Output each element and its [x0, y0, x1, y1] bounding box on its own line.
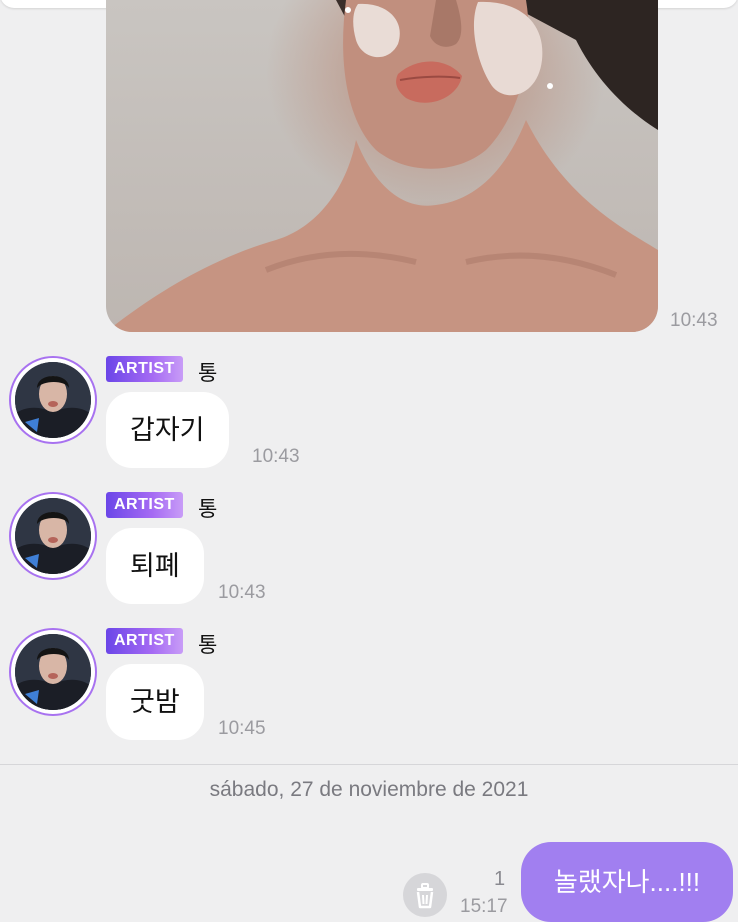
artist-badge: ARTIST — [106, 492, 183, 518]
unread-count: 1 — [494, 868, 506, 890]
artist-avatar[interactable] — [9, 628, 97, 716]
sender-name: 통 — [198, 634, 218, 657]
my-message-bubble[interactable]: 놀랬자나....!!! — [521, 842, 733, 922]
my-message-time: 15:17 — [460, 896, 508, 917]
sender-name: 통 — [198, 362, 218, 385]
sender-name: 통 — [198, 498, 218, 521]
avatar-image — [15, 498, 91, 574]
photo-message[interactable] — [106, 0, 658, 332]
message-time: 10:43 — [218, 582, 266, 603]
message-time: 10:45 — [218, 718, 266, 739]
photo-time: 10:43 — [670, 310, 718, 331]
artist-badge: ARTIST — [106, 628, 183, 654]
artist-avatar[interactable] — [9, 492, 97, 580]
photo-content — [106, 0, 658, 332]
date-divider — [0, 764, 738, 765]
message-bubble[interactable]: 갑자기 — [106, 392, 229, 468]
artist-badge: ARTIST — [106, 356, 183, 382]
avatar-image — [15, 362, 91, 438]
message-time: 10:43 — [252, 446, 300, 467]
date-separator: sábado, 27 de noviembre de 2021 — [209, 778, 529, 801]
message-bubble[interactable]: 굿밤 — [106, 664, 204, 740]
avatar-image — [15, 634, 91, 710]
trash-icon — [416, 883, 434, 909]
delete-button[interactable] — [403, 873, 447, 917]
artist-avatar[interactable] — [9, 356, 97, 444]
message-bubble[interactable]: 퇴폐 — [106, 528, 204, 604]
